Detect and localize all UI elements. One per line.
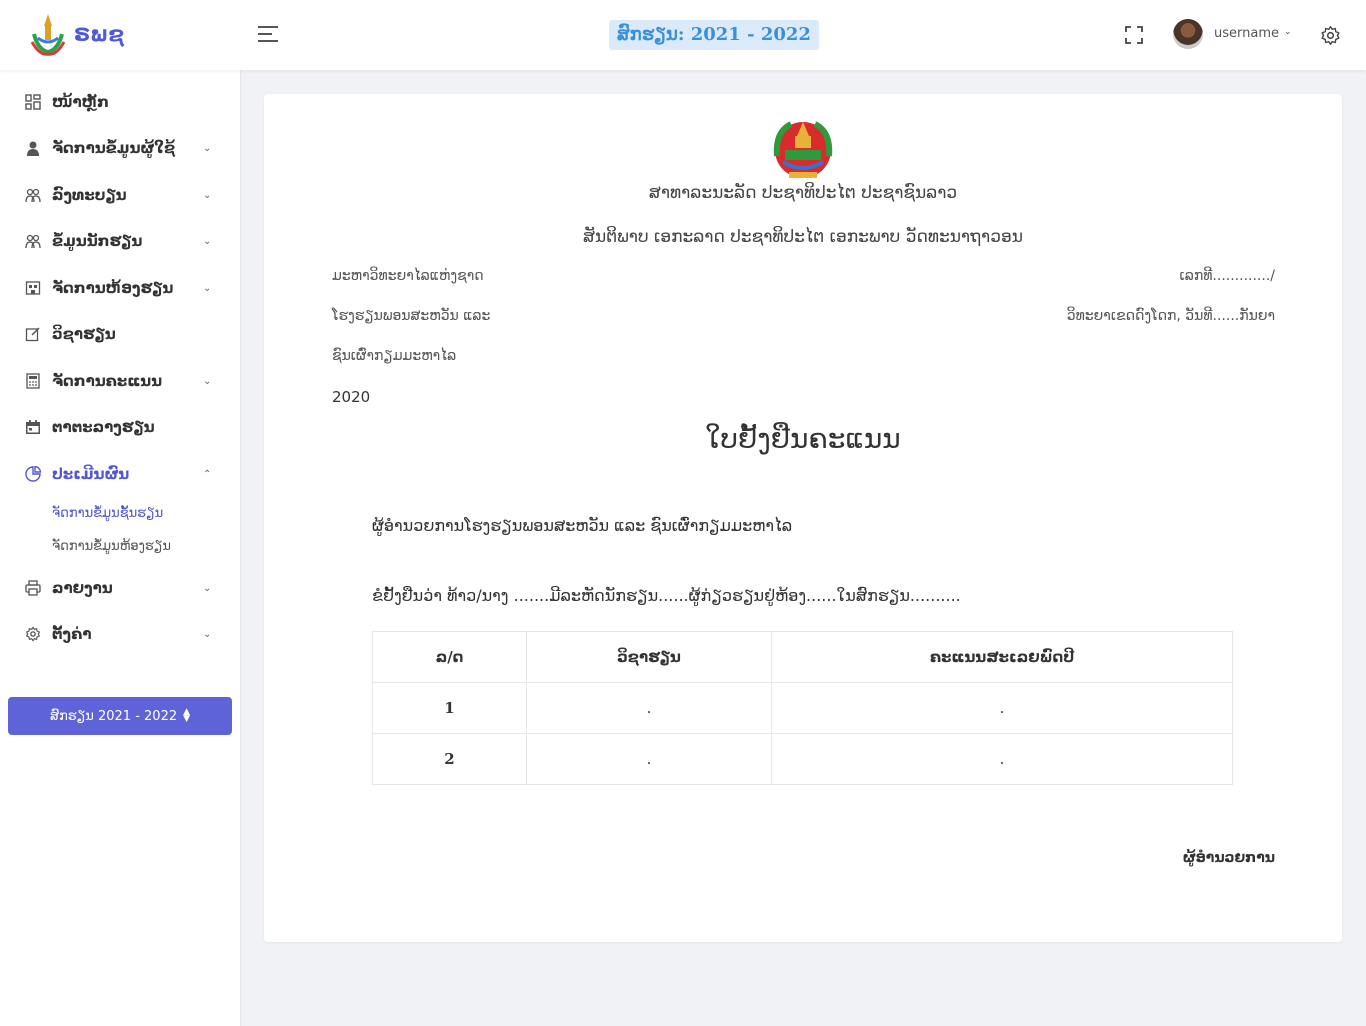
app-logo[interactable]: ຣພຊ — [28, 12, 124, 56]
table-cell-no: 1 — [372, 682, 527, 734]
chevron-down-icon: ⌄ — [203, 375, 212, 387]
sidebar-item-evaluation[interactable]: ປະເມີນຜົນ ⌃ — [0, 457, 240, 491]
submenu-item-class-levels[interactable]: ຈັດການຂໍ້ມູນຊັ້ນຮຽນ — [52, 506, 163, 521]
certificate-title: ໃບຢັ້ງຢືນຄະແນນ — [705, 422, 901, 455]
national-emblem-icon — [773, 121, 833, 178]
users-icon — [25, 188, 41, 203]
sidebar-item-registration[interactable]: ລົງທະບຽນ ⌄ — [0, 178, 240, 212]
chevron-down-icon: ⌄ — [203, 189, 212, 201]
classroom-icon — [25, 281, 41, 295]
school-name-line2: ຊົນເຜົ່າກຽມມະຫາໄລ — [332, 348, 457, 364]
sidebar-item-classrooms[interactable]: ຈັດການຫ້ອງຮຽນ ⌄ — [0, 271, 240, 305]
menu-toggle-icon[interactable] — [258, 26, 278, 44]
sidebar-item-label: ໜ້າຫຼັກ — [52, 93, 109, 111]
university-name: ມະຫາວິທະຍາໄລແຫ່ງຊາດ — [332, 268, 484, 284]
chevron-down-icon: ⌄ — [203, 282, 212, 294]
certification-statement: ຂໍຢັ້ງຢືນວ່າ ທ້າວ/ນາງ .......ມີລະຫັດນັກຮ… — [372, 586, 961, 605]
table-row: 1 . . — [372, 682, 1233, 734]
academic-year-select[interactable]: ສົກຮຽນ 2021 - 2022 ▲ ▼ — [8, 697, 232, 735]
reference-number: ເລກທີ............./ — [1179, 268, 1275, 284]
students-icon — [25, 234, 41, 249]
sidebar-item-grades[interactable]: ຈັດການຄະແນນ ⌄ — [0, 364, 240, 398]
sidebar-item-subjects[interactable]: ວິຊາຮຽນ — [0, 317, 240, 351]
country-line: ສາທາລະນະລັດ ປະຊາທິປະໄຕ ປະຊາຊົນລາວ — [648, 183, 958, 203]
table-cell-no: 2 — [372, 733, 527, 785]
grades-table: ລ/ດ ວິຊາຮຽນ ຄະແນນສະເລຍພົດປີ 1 . . 2 . . — [372, 631, 1233, 785]
fullscreen-icon[interactable] — [1125, 26, 1143, 44]
sort-updown-icon: ▲ ▼ — [183, 707, 191, 724]
sidebar-item-home[interactable]: ໜ້າຫຼັກ — [0, 85, 240, 119]
sidebar-item-label: ວິຊາຮຽນ — [52, 325, 116, 343]
table-cell-score: . — [771, 733, 1233, 785]
sidebar-item-reports[interactable]: ລາຍງານ ⌄ — [0, 571, 240, 605]
motto-line: ສັນຕິພາບ ເອກະລາດ ປະຊາທິປະໄຕ ເອກະພາບ ວັດທ… — [583, 227, 1023, 247]
top-header: ຣພຊ ສົກຮຽນ: 2021 - 2022 username ⌄ — [0, 0, 1366, 70]
director-signature-label: ຜູ້ອຳນວຍການ — [1182, 850, 1275, 866]
sidebar-item-timetable[interactable]: ຕາຕະລາງຮຽນ — [0, 410, 240, 444]
addressee-line: ຜູ້ອຳນວຍການໂຮງຮຽນພອນສະຫວັນ ແລະ ຊົນເຜົ່າກ… — [372, 516, 793, 535]
user-avatar[interactable] — [1173, 19, 1203, 49]
printer-icon — [25, 580, 41, 596]
school-name-line1: ໂຮງຮຽນພອນສະຫວັນ ແລະ — [332, 308, 491, 324]
chevron-down-icon: ⌄ — [203, 235, 212, 247]
calculator-icon — [26, 373, 40, 389]
chevron-up-icon: ⌃ — [203, 468, 212, 480]
chevron-down-icon[interactable]: ⌄ — [1284, 27, 1292, 37]
chevron-down-icon: ⌄ — [203, 582, 212, 594]
settings-gear-icon[interactable] — [1320, 25, 1341, 46]
column-header-annual-average: ຄະແນນສະເລຍພົດປີ — [771, 631, 1233, 683]
table-row: 2 . . — [372, 733, 1233, 785]
calendar-icon — [26, 420, 40, 434]
chevron-down-icon: ⌄ — [203, 628, 212, 640]
edit-icon — [25, 327, 40, 342]
dashboard-icon — [25, 94, 41, 110]
document-year: 2020 — [332, 388, 371, 406]
academic-year-select-label: ສົກຮຽນ 2021 - 2022 — [49, 708, 178, 724]
sidebar-item-label: ລົງທະບຽນ — [52, 186, 127, 204]
user-icon — [27, 141, 39, 156]
table-cell-subject: . — [526, 733, 772, 785]
table-cell-score: . — [771, 682, 1233, 734]
sidebar-item-label: ຈັດການຫ້ອງຮຽນ — [52, 279, 174, 297]
column-header-no: ລ/ດ — [372, 631, 527, 683]
pie-chart-icon — [25, 466, 41, 482]
table-cell-subject: . — [526, 682, 772, 734]
username-label[interactable]: username — [1214, 26, 1279, 41]
sidebar-item-label: ປະເມີນຜົນ — [52, 465, 130, 483]
sidebar-item-students[interactable]: ຂໍ້ມູນນັກຮຽນ ⌄ — [0, 224, 240, 258]
submenu-item-classrooms[interactable]: ຈັດການຂໍ້ມູນຫ້ອງຮຽນ — [52, 539, 171, 554]
logo-text: ຣພຊ — [74, 22, 124, 46]
chevron-down-icon: ⌄ — [203, 142, 212, 154]
sidebar-item-label: ລາຍງານ — [52, 579, 113, 597]
sidebar-item-label: ຂໍ້ມູນນັກຮຽນ — [52, 232, 143, 250]
sidebar-item-settings[interactable]: ຕັ້ງຄ່າ ⌄ — [0, 617, 240, 651]
gear-icon — [26, 626, 40, 642]
sidebar-item-label: ຕາຕະລາງຮຽນ — [52, 418, 155, 436]
academic-year-badge: ສົກຮຽນ: 2021 - 2022 — [609, 20, 819, 50]
sidebar: ໜ້າຫຼັກ ຈັດການຂໍ້ມູນຜູ້ໃຊ້ ⌄ ລົງທະບຽນ ⌄ … — [0, 70, 241, 1026]
sidebar-item-user-management[interactable]: ຈັດການຂໍ້ມູນຜູ້ໃຊ້ ⌄ — [0, 131, 240, 165]
campus-date-line: ວິທະຍາເຂດດົງໂດກ, ວັນທີ......ກັນຍາ — [1066, 308, 1275, 324]
column-header-subject: ວິຊາຮຽນ — [526, 631, 772, 683]
grade-certificate-card: ສາທາລະນະລັດ ປະຊາທິປະໄຕ ປະຊາຊົນລາວ ສັນຕິພ… — [264, 94, 1342, 942]
sidebar-item-label: ຕັ້ງຄ່າ — [52, 625, 92, 643]
logo-emblem-icon — [30, 14, 66, 56]
table-header-row: ລ/ດ ວິຊາຮຽນ ຄະແນນສະເລຍພົດປີ — [372, 631, 1233, 683]
sidebar-item-label: ຈັດການຂໍ້ມູນຜູ້ໃຊ້ — [52, 139, 176, 157]
sidebar-item-label: ຈັດການຄະແນນ — [52, 372, 163, 390]
